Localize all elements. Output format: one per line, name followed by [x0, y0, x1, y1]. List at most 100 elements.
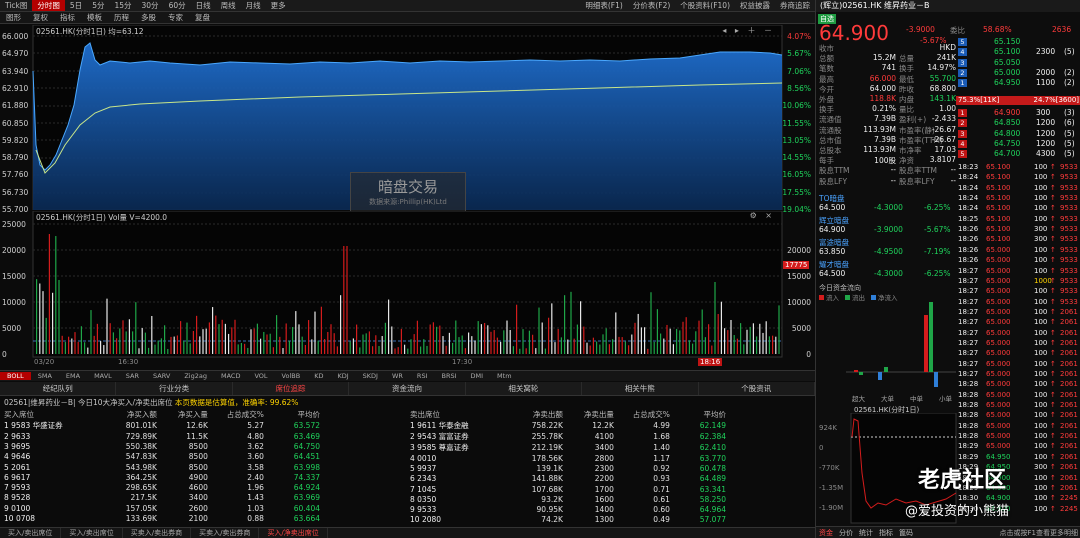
broker-cell[interactable]: 2 9543 富富证券: [408, 431, 494, 442]
broker-cell[interactable]: 3 9695: [2, 441, 88, 451]
tool-menu-6[interactable]: 专家: [162, 12, 189, 23]
period-tab-9[interactable]: 月线: [241, 0, 266, 11]
tool-menu-0[interactable]: 图形: [0, 12, 27, 23]
table-row[interactable]: 8 0350 93.2K 1600 0.61 58.250: [408, 494, 728, 504]
bid-row[interactable]: 3 64.800 1200 (5): [956, 129, 1080, 139]
tab-chips[interactable]: 篦码: [896, 528, 916, 538]
ask-row[interactable]: 1 64.950 1100 (2): [956, 78, 1080, 88]
broker-cell[interactable]: 6 9617: [2, 472, 88, 482]
broker-cell[interactable]: 9 9533: [408, 504, 494, 514]
ask-row[interactable]: 3 65.050: [956, 58, 1080, 68]
tool-menu-2[interactable]: 指标: [54, 12, 81, 23]
indicator-volbb[interactable]: VolBB: [275, 372, 308, 380]
table-row[interactable]: 2 9633 729.89K 11.5K 4.80 63.469: [2, 431, 322, 441]
tab-cashflow[interactable]: 资金: [816, 528, 836, 538]
indicator-sma[interactable]: SMA: [31, 372, 59, 380]
indicator-vol[interactable]: VOL: [247, 372, 274, 380]
bid-row[interactable]: 2 64.850 1200 (6): [956, 118, 1080, 128]
tool-menu-5[interactable]: 多股: [135, 12, 162, 23]
broker-cell[interactable]: 5 2061: [2, 462, 88, 472]
indicator-boll[interactable]: BOLL: [0, 372, 31, 380]
indicator-skdj[interactable]: SKDJ: [356, 372, 385, 380]
broker-cell[interactable]: 4 0010: [408, 453, 494, 463]
indicator-dmi[interactable]: DMI: [464, 372, 491, 380]
bid-row[interactable]: 1 64.900 300 (3): [956, 108, 1080, 118]
panel-tab-2[interactable]: 席位追踪: [233, 382, 350, 395]
indicator-kdj[interactable]: KDJ: [330, 372, 355, 380]
indicator-wr[interactable]: WR: [385, 372, 410, 380]
panel-tab-4[interactable]: 相关窝轮: [466, 382, 583, 395]
table-row[interactable]: 3 9585 尊嘉证券 212.19K 3400 1.40 62.410: [408, 442, 728, 453]
bid-row[interactable]: 5 64.700 4300 (5): [956, 149, 1080, 159]
broker-cell[interactable]: 5 9937: [408, 463, 494, 473]
broker-cell[interactable]: 7 9593: [2, 482, 88, 492]
period-tab-7[interactable]: 日线: [191, 0, 216, 11]
topbar-right-item-1[interactable]: 分价表(F2): [628, 0, 675, 11]
table-row[interactable]: 7 1045 107.68K 1700 0.71 63.341: [408, 484, 728, 494]
period-tab-0[interactable]: Tick图: [0, 0, 32, 11]
period-tab-2[interactable]: 5日: [65, 0, 87, 11]
broker-cell[interactable]: 9 0100: [2, 503, 88, 513]
volume-chart[interactable]: 02561.HK(分时1日) Vol量 V=4200.0 ⚙ × 25000 20…: [0, 211, 815, 369]
table-row[interactable]: 4 9646 547.83K 8500 3.60 64.451: [2, 452, 322, 462]
table-row[interactable]: 4 0010 178.56K 2800 1.17 63.770: [408, 453, 728, 463]
table-row[interactable]: 10 2080 74.2K 1300 0.49 57.077: [408, 515, 728, 525]
period-tab-8[interactable]: 周线: [216, 0, 241, 11]
indicator-sarv[interactable]: SARV: [146, 372, 177, 380]
indicator-mtm[interactable]: Mtm: [490, 372, 519, 380]
volume-panel-controls[interactable]: ⚙ ×: [750, 211, 775, 220]
panel-tab-1[interactable]: 行业分类: [116, 382, 233, 395]
table-row[interactable]: 9 9533 90.95K 1400 0.60 64.964: [408, 504, 728, 514]
broker-cell[interactable]: 8 0350: [408, 494, 494, 504]
tool-menu-3[interactable]: 模板: [81, 12, 108, 23]
ask-row[interactable]: 5 65.150: [956, 37, 1080, 47]
broker-cell[interactable]: 4 9646: [2, 452, 88, 462]
ask-row[interactable]: 4 65.100 2300 (5): [956, 47, 1080, 57]
table-row[interactable]: 7 9593 298.65K 4600 1.96 64.924: [2, 482, 322, 492]
topbar-right-item-0[interactable]: 明细表(F1): [580, 0, 627, 11]
table-row[interactable]: 6 9617 364.25K 4900 2.40 74.337: [2, 472, 322, 482]
indicator-brsi[interactable]: BRSI: [434, 372, 463, 380]
tool-menu-1[interactable]: 复权: [27, 12, 54, 23]
table-row[interactable]: 1 9611 华泰金融 758.22K 12.2K 4.99 62.149: [408, 420, 728, 431]
broker-cell[interactable]: 2 9633: [2, 431, 88, 441]
indicator-kd[interactable]: KD: [307, 372, 330, 380]
panel-tab-5[interactable]: 相关牛熊: [582, 382, 699, 395]
table-row[interactable]: 6 2343 141.88K 2200 0.93 64.489: [408, 474, 728, 484]
broker-view-tab-1[interactable]: 买入/卖出席位: [61, 528, 123, 538]
indicator-macd[interactable]: MACD: [214, 372, 247, 380]
table-row[interactable]: 2 9543 富富证券 255.78K 4100 1.68 62.384: [408, 431, 728, 442]
broker-cell[interactable]: 6 2343: [408, 474, 494, 484]
tab-price-distribution[interactable]: 分价: [836, 528, 856, 538]
period-tab-3[interactable]: 5分: [87, 0, 109, 11]
tool-menu-7[interactable]: 复盘: [189, 12, 216, 23]
indicator-mavl[interactable]: MAVL: [87, 372, 119, 380]
table-row[interactable]: 10 0708 133.69K 2100 0.88 63.664: [2, 513, 322, 523]
broker-cell[interactable]: 10 0708: [2, 513, 88, 523]
broker-view-tab-4[interactable]: 买入/净卖出席位: [259, 528, 328, 538]
period-tab-4[interactable]: 15分: [109, 0, 136, 11]
table-row[interactable]: 1 9583 华盛证券 801.01K 12.6K 5.27 63.572: [2, 420, 322, 431]
tab-indicators[interactable]: 指标: [876, 528, 896, 538]
topbar-right-item-3[interactable]: 权益披露: [735, 0, 775, 11]
topbar-right-item-4[interactable]: 券商追踪: [775, 0, 815, 11]
table-row[interactable]: 9 0100 157.05K 2600 1.03 60.404: [2, 503, 322, 513]
broker-cell[interactable]: 10 2080: [408, 515, 494, 525]
table-row[interactable]: 8 9528 217.5K 3400 1.43 63.969: [2, 493, 322, 503]
table-row[interactable]: 5 9937 139.1K 2300 0.92 60.478: [408, 463, 728, 473]
broker-cell[interactable]: 8 9528: [2, 493, 88, 503]
panel-tab-6[interactable]: 个股资讯: [699, 382, 815, 395]
panel-tab-0[interactable]: 经纪队列: [0, 382, 117, 395]
broker-cell[interactable]: 1 9583 华盛证券: [2, 420, 88, 431]
broker-cell[interactable]: 7 1045: [408, 484, 494, 494]
period-tab-5[interactable]: 30分: [137, 0, 164, 11]
indicator-sar[interactable]: SAR: [119, 372, 146, 380]
chart-panel-controls[interactable]: ◂ ▸ ＋ －: [722, 25, 775, 36]
bid-row[interactable]: 4 64.750 1200 (5): [956, 139, 1080, 149]
indicator-rsi[interactable]: RSI: [410, 372, 435, 380]
table-row[interactable]: 5 2061 543.98K 8500 3.58 63.998: [2, 462, 322, 472]
period-tab-10[interactable]: 更多: [266, 0, 291, 11]
indicator-zig2ag[interactable]: Zig2ag: [177, 372, 214, 380]
broker-view-tab-2[interactable]: 买卖入/卖出券商: [123, 528, 192, 538]
ask-row[interactable]: 2 65.000 2000 (2): [956, 68, 1080, 78]
